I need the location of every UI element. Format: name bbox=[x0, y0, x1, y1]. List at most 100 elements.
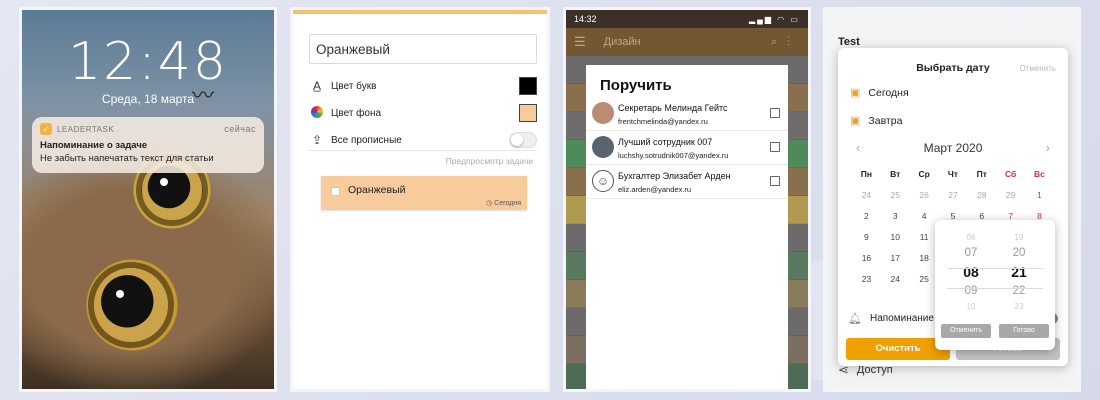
bg-color-swatch[interactable] bbox=[519, 104, 537, 122]
time-wheel-value[interactable]: 22 bbox=[999, 282, 1039, 301]
assign-dialog: Поручить Секретарь Мелинда Гейтс frentch… bbox=[586, 65, 788, 389]
text-color-icon: A̲ bbox=[312, 79, 321, 93]
time-wheel-value[interactable]: 20 bbox=[999, 244, 1039, 263]
weekday-label: Вс bbox=[1034, 169, 1045, 179]
calendar-week-row: 24 25 26 27 28 29 1 bbox=[852, 185, 1054, 206]
calendar-day[interactable]: 10 bbox=[881, 227, 910, 248]
today-option[interactable]: ▣ Сегодня bbox=[850, 86, 909, 100]
preview-date: ◷ Сегодня bbox=[486, 200, 521, 207]
person-checkbox[interactable] bbox=[770, 108, 780, 118]
time-wheel-value[interactable]: 10 bbox=[951, 301, 991, 313]
color-settings-panel: Оранжевый A̲ Цвет букв Цвет фона ⇪ Все п… bbox=[290, 7, 550, 392]
calendar-day[interactable]: 23 bbox=[852, 269, 881, 290]
uppercase-toggle[interactable] bbox=[509, 132, 537, 148]
text-color-row[interactable]: A̲ Цвет букв bbox=[309, 74, 537, 98]
person-checkbox[interactable] bbox=[770, 142, 780, 152]
calendar-day[interactable]: 29 bbox=[996, 185, 1025, 206]
color-wheel-holder bbox=[309, 105, 325, 121]
color-wheel-icon bbox=[311, 105, 323, 118]
bg-color-row[interactable]: Цвет фона bbox=[309, 101, 537, 125]
avatar bbox=[592, 102, 614, 124]
weekday-label: Сб bbox=[1005, 169, 1017, 179]
calendar-icon: ▣ bbox=[850, 87, 861, 99]
bg-color-label: Цвет фона bbox=[331, 107, 382, 119]
notification-app-name: LEADERTASK bbox=[57, 124, 115, 134]
weekday-label: Пн bbox=[860, 169, 873, 179]
lock-date: Среда, 18 марта bbox=[101, 92, 195, 106]
text-color-swatch[interactable] bbox=[519, 77, 537, 95]
time-wheel-value[interactable]: 23 bbox=[999, 301, 1039, 313]
calendar-day[interactable]: 17 bbox=[881, 248, 910, 269]
prev-month-icon[interactable]: ‹ bbox=[856, 140, 860, 155]
person-row[interactable]: Лучший сотрудник 007 luchshy.sotrudnik00… bbox=[586, 131, 788, 165]
hours-wheel[interactable]: 06 07 08 09 10 bbox=[951, 232, 991, 313]
time-cancel-button[interactable]: Отменить bbox=[941, 324, 991, 338]
time-wheel-value[interactable]: 08 bbox=[951, 263, 991, 282]
uppercase-icon: ⇪ bbox=[311, 133, 323, 147]
weekday-label: Пт bbox=[976, 169, 987, 179]
divider bbox=[309, 150, 537, 151]
time-wheel-value[interactable]: 06 bbox=[951, 232, 991, 244]
person-row[interactable]: ☺ Бухгалтер Элизабет Арден eliz.arden@ya… bbox=[586, 165, 788, 199]
app-title: Дизайн bbox=[603, 36, 641, 48]
minutes-wheel[interactable]: 19 20 21 22 23 bbox=[999, 232, 1039, 313]
status-bar: 14:32 ▂▄▆ ◠ ▭ bbox=[566, 10, 808, 28]
calendar-day[interactable]: 25 bbox=[881, 185, 910, 206]
notification-card[interactable]: ✓ LEADERTASK сейчас Напоминание о задаче… bbox=[32, 117, 264, 173]
accent-bar bbox=[293, 10, 547, 14]
calendar-day[interactable]: 9 bbox=[852, 227, 881, 248]
person-name: Бухгалтер Элизабет Арден bbox=[618, 171, 731, 181]
time-picker: 06 07 08 09 10 19 20 21 22 23 Отменить Готово bbox=[935, 220, 1055, 350]
time-wheel-value[interactable]: 07 bbox=[951, 244, 991, 263]
calendar-day[interactable]: 24 bbox=[852, 185, 881, 206]
date-picker-sheet: Выбрать дату Отменить ▣ Сегодня ▣ Завтра… bbox=[838, 48, 1068, 366]
task-preview-card: Оранжевый ◷ Сегодня bbox=[321, 176, 527, 210]
next-month-icon[interactable]: › bbox=[1046, 140, 1050, 155]
bell-icon: 🔔︎ bbox=[848, 313, 862, 325]
app-bar-actions[interactable]: ⌕⋮ bbox=[771, 36, 800, 49]
app-bar: ☰ Дизайн ⌕⋮ bbox=[566, 28, 808, 56]
selection-line-bottom bbox=[947, 288, 1043, 289]
weekday-label: Ср bbox=[918, 169, 930, 179]
weekday-label: Чт bbox=[947, 169, 959, 179]
notification-body: Не забыть напечатать текст для статьи bbox=[40, 153, 214, 164]
date-picker-panel: Test ⋖ Доступ Выбрать дату Отменить ▣ Се… bbox=[823, 7, 1081, 392]
calendar-day[interactable]: 1 bbox=[1025, 185, 1054, 206]
preview-date-text: Сегодня bbox=[494, 200, 521, 207]
calendar-day[interactable]: 27 bbox=[939, 185, 968, 206]
calendar-day[interactable]: 26 bbox=[910, 185, 939, 206]
time-wheel-value[interactable]: 21 bbox=[999, 263, 1039, 282]
task-name-input[interactable]: Оранжевый bbox=[309, 34, 537, 64]
time-wheel-value[interactable]: 09 bbox=[951, 282, 991, 301]
calendar-day[interactable]: 24 bbox=[881, 269, 910, 290]
notification-title: Напоминание о задаче bbox=[40, 140, 148, 151]
background-task-title: Test bbox=[838, 36, 860, 48]
sheet-cancel-button[interactable]: Отменить bbox=[1019, 64, 1056, 73]
lock-screen-panel: 〰 12:48 Среда, 18 марта ✓ LEADERTASK сей… bbox=[19, 7, 277, 392]
calendar-day[interactable]: 16 bbox=[852, 248, 881, 269]
time-wheel-value[interactable]: 19 bbox=[999, 232, 1039, 244]
user-placeholder-icon: ☺ bbox=[592, 170, 614, 192]
uppercase-label: Все прописные bbox=[331, 134, 402, 146]
calendar-day[interactable]: 28 bbox=[967, 185, 996, 206]
uppercase-row[interactable]: ⇪ Все прописные bbox=[309, 128, 537, 152]
calendar-day[interactable]: 2 bbox=[852, 206, 881, 227]
preview-title: Оранжевый bbox=[348, 184, 406, 196]
preview-checkbox bbox=[331, 187, 340, 196]
owl-eye-left bbox=[94, 268, 168, 342]
month-navigation: ‹ Март 2020 › bbox=[856, 140, 1050, 155]
person-name: Секретарь Мелинда Гейтс bbox=[618, 103, 728, 113]
tomorrow-label: Завтра bbox=[868, 114, 903, 127]
person-row[interactable]: Секретарь Мелинда Гейтс frentchmelinda@y… bbox=[586, 97, 788, 131]
tomorrow-option[interactable]: ▣ Завтра bbox=[850, 114, 903, 128]
text-color-label: Цвет букв bbox=[331, 80, 377, 92]
today-label: Сегодня bbox=[868, 86, 909, 99]
calendar-icon: ▣ bbox=[850, 115, 861, 127]
person-email: luchshy.sotrudnik007@yandex.ru bbox=[618, 151, 729, 160]
person-checkbox[interactable] bbox=[770, 176, 780, 186]
time-done-button[interactable]: Готово bbox=[999, 324, 1049, 338]
menu-icon[interactable]: ☰ bbox=[574, 34, 586, 50]
avatar bbox=[592, 136, 614, 158]
selection-line-top bbox=[947, 268, 1043, 269]
calendar-day[interactable]: 3 bbox=[881, 206, 910, 227]
